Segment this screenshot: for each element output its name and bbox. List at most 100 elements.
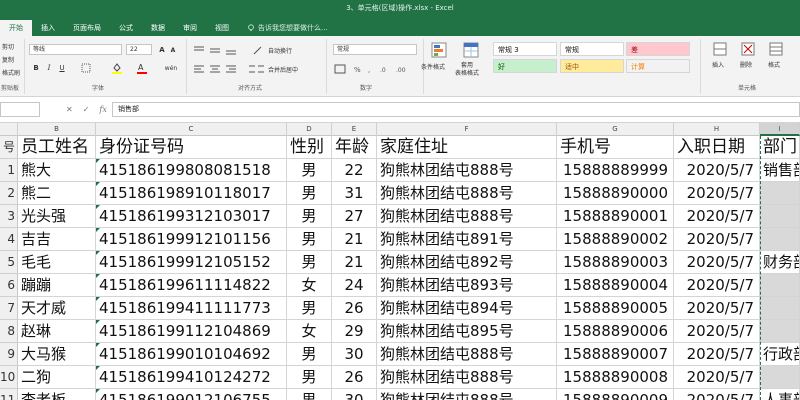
column-header-B[interactable]: B: [18, 123, 96, 136]
cell-H-3[interactable]: 2020/5/7: [674, 205, 760, 228]
cell-B-11[interactable]: 李老板: [18, 389, 96, 400]
cell-C-10[interactable]: 415186199410124272: [96, 366, 287, 389]
cell-C-6[interactable]: 415186199611114822: [96, 274, 287, 297]
cut-button[interactable]: 剪切: [2, 42, 14, 51]
cell-E-2[interactable]: 31: [332, 182, 377, 205]
cell-E-7[interactable]: 26: [332, 297, 377, 320]
column-header-E[interactable]: E: [332, 123, 377, 136]
row-header[interactable]: 1: [0, 159, 18, 182]
cell-F-2[interactable]: 狗熊林团结屯888号: [377, 182, 557, 205]
column-header-D[interactable]: D: [287, 123, 332, 136]
cell-C-2[interactable]: 415186198910118017: [96, 182, 287, 205]
fill-color-icon[interactable]: [110, 62, 124, 74]
cell-F-1[interactable]: 狗熊林团结屯888号: [377, 159, 557, 182]
row-header[interactable]: 11: [0, 389, 18, 400]
italic-icon[interactable]: I: [44, 63, 54, 73]
select-all-corner[interactable]: [0, 123, 18, 136]
cell-G-9[interactable]: 15888890007: [557, 343, 674, 366]
cell-style-2[interactable]: 差: [626, 42, 690, 56]
cell-H-5[interactable]: 2020/5/7: [674, 251, 760, 274]
cell-I-2[interactable]: [760, 182, 800, 205]
cell-D-4[interactable]: 男: [287, 228, 332, 251]
cell-B-0[interactable]: 员工姓名: [18, 136, 96, 159]
cancel-icon[interactable]: ✕: [66, 105, 73, 114]
cell-I-4[interactable]: [760, 228, 800, 251]
cell-D-7[interactable]: 男: [287, 297, 332, 320]
cell-C-8[interactable]: 415186199112104869: [96, 320, 287, 343]
cell-E-11[interactable]: 30: [332, 389, 377, 400]
delete-cells-icon[interactable]: [740, 42, 756, 56]
borders-icon[interactable]: [80, 63, 92, 73]
format-painter-button[interactable]: 格式刷: [2, 68, 20, 77]
column-header-H[interactable]: H: [674, 123, 760, 136]
tell-me-box[interactable]: 告诉我您想要做什么...: [238, 20, 337, 36]
row-header[interactable]: 7: [0, 297, 18, 320]
phonetic-icon[interactable]: wén: [165, 63, 177, 73]
cell-C-5[interactable]: 415186199912105152: [96, 251, 287, 274]
cell-I-7[interactable]: [760, 297, 800, 320]
cell-B-8[interactable]: 赵琳: [18, 320, 96, 343]
cell-B-2[interactable]: 熊二: [18, 182, 96, 205]
cell-I-3[interactable]: [760, 205, 800, 228]
tab-0[interactable]: 开始: [0, 20, 32, 36]
cell-style-5[interactable]: 计算: [626, 59, 690, 73]
tab-5[interactable]: 审阅: [174, 20, 206, 36]
cell-C-9[interactable]: 415186199010104692: [96, 343, 287, 366]
cell-I-5[interactable]: 财务部: [760, 251, 800, 274]
cell-C-0[interactable]: 身份证号码: [96, 136, 287, 159]
cell-B-7[interactable]: 天才威: [18, 297, 96, 320]
cell-E-6[interactable]: 24: [332, 274, 377, 297]
cell-F-8[interactable]: 狗熊林团结屯895号: [377, 320, 557, 343]
cell-G-0[interactable]: 手机号: [557, 136, 674, 159]
cell-E-3[interactable]: 27: [332, 205, 377, 228]
cell-E-9[interactable]: 30: [332, 343, 377, 366]
font-size-select[interactable]: 22: [126, 44, 152, 55]
orientation-icon[interactable]: [252, 44, 262, 55]
cell-H-0[interactable]: 入职日期: [674, 136, 760, 159]
cell-B-10[interactable]: 二狗: [18, 366, 96, 389]
row-header[interactable]: 2: [0, 182, 18, 205]
cell-B-1[interactable]: 熊大: [18, 159, 96, 182]
column-header-G[interactable]: G: [557, 123, 674, 136]
cell-D-0[interactable]: 性别: [287, 136, 332, 159]
cell-G-6[interactable]: 15888890004: [557, 274, 674, 297]
row-header[interactable]: 号: [0, 136, 18, 159]
enter-icon[interactable]: ✓: [83, 105, 90, 114]
tab-1[interactable]: 插入: [32, 20, 64, 36]
copy-button[interactable]: 复制: [2, 55, 14, 64]
cell-G-3[interactable]: 15888890001: [557, 205, 674, 228]
cell-E-0[interactable]: 年龄: [332, 136, 377, 159]
cell-I-1[interactable]: 销售部: [760, 159, 800, 182]
cell-I-11[interactable]: 人事部: [760, 389, 800, 400]
bold-icon[interactable]: B: [31, 63, 41, 73]
cell-F-6[interactable]: 狗熊林团结屯893号: [377, 274, 557, 297]
cell-H-1[interactable]: 2020/5/7: [674, 159, 760, 182]
insert-cells-icon[interactable]: [712, 42, 728, 56]
cell-G-2[interactable]: 15888890000: [557, 182, 674, 205]
cell-D-9[interactable]: 男: [287, 343, 332, 366]
cell-E-1[interactable]: 22: [332, 159, 377, 182]
cell-C-4[interactable]: 415186199912101156: [96, 228, 287, 251]
cell-I-6[interactable]: [760, 274, 800, 297]
cell-F-10[interactable]: 狗熊林团结屯888号: [377, 366, 557, 389]
cell-D-10[interactable]: 男: [287, 366, 332, 389]
number-format-icons[interactable]: % , .0 .00: [334, 63, 414, 74]
row-header[interactable]: 8: [0, 320, 18, 343]
cell-G-7[interactable]: 15888890005: [557, 297, 674, 320]
cell-F-4[interactable]: 狗熊林团结屯891号: [377, 228, 557, 251]
cell-C-3[interactable]: 415186199312103017: [96, 205, 287, 228]
cell-F-7[interactable]: 狗熊林团结屯894号: [377, 297, 557, 320]
top-align-icons[interactable]: [192, 44, 244, 55]
cell-C-1[interactable]: 415186199808081518: [96, 159, 287, 182]
cell-H-11[interactable]: 2020/5/7: [674, 389, 760, 400]
worksheet-grid[interactable]: 号员工姓名 身份证号码 性别 年龄 家庭住址 手机号 入职日期 部门 1 熊大 4151861998…: [0, 136, 800, 400]
cell-B-3[interactable]: 光头强: [18, 205, 96, 228]
row-header[interactable]: 5: [0, 251, 18, 274]
cell-style-0[interactable]: 常规 3: [493, 42, 557, 56]
cell-D-8[interactable]: 女: [287, 320, 332, 343]
cell-G-4[interactable]: 15888890002: [557, 228, 674, 251]
cell-H-8[interactable]: 2020/5/7: [674, 320, 760, 343]
cell-G-1[interactable]: 15888889999: [557, 159, 674, 182]
cell-D-1[interactable]: 男: [287, 159, 332, 182]
conditional-format-button[interactable]: 条件格式: [421, 62, 445, 71]
